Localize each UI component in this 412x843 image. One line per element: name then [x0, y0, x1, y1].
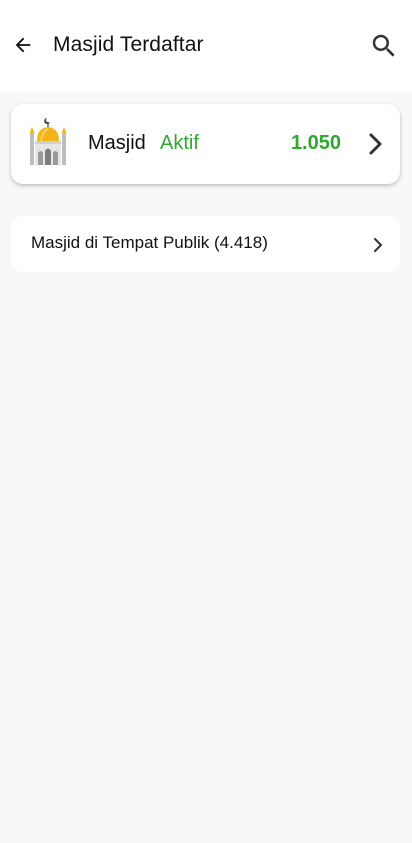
search-icon	[372, 34, 395, 57]
public-chevron[interactable]	[370, 235, 386, 255]
back-button[interactable]	[8, 30, 38, 60]
search-button[interactable]	[368, 30, 400, 62]
app-bar: Masjid Terdaftar	[0, 0, 412, 92]
active-mosque-card[interactable]: Masjid Aktif 1.050	[11, 104, 400, 184]
public-mosque-card[interactable]: Masjid di Tempat Publik (4.418)	[11, 216, 400, 272]
chevron-right-icon	[369, 133, 382, 155]
card-label: Masjid	[88, 132, 146, 154]
chevron-right-icon	[374, 238, 382, 252]
public-mosque-label: Masjid di Tempat Publik (4.418)	[31, 233, 268, 252]
arrow-left-icon	[15, 37, 31, 53]
mosque-icon	[29, 118, 67, 165]
mosque-count: 1.050	[290, 132, 341, 154]
status-label: Aktif	[160, 132, 199, 154]
card-chevron[interactable]	[364, 131, 386, 157]
page-title: Masjid Terdaftar	[53, 33, 204, 56]
